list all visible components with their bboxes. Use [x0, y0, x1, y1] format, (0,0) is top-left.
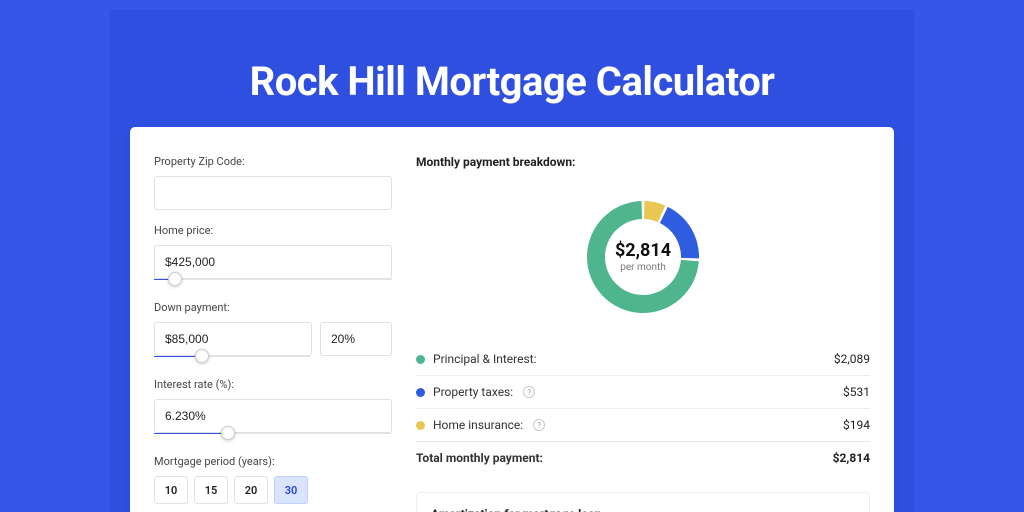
down-payment-field-group: Down payment: [154, 301, 392, 364]
interest-slider[interactable] [154, 429, 392, 441]
down-payment-label: Down payment: [154, 301, 392, 314]
total-row: Total monthly payment: $2,814 [416, 441, 870, 474]
down-payment-row [154, 322, 392, 356]
donut-center-amount: $2,814 [615, 240, 671, 261]
legend-label-group: Home insurance:? [416, 418, 545, 432]
period-option-20[interactable]: 20 [234, 476, 268, 504]
breakdown-column: Monthly payment breakdown: $2,814 per mo… [416, 155, 870, 512]
form-column: Property Zip Code: Home price: Down paym… [154, 155, 392, 512]
slider-fill [154, 433, 228, 434]
legend-label: Home insurance: [433, 418, 523, 432]
home-price-slider[interactable] [154, 275, 392, 287]
amortization-card: Amortization for mortgage loan Amortizat… [416, 492, 870, 512]
period-field-group: Mortgage period (years): 10152030 [154, 455, 392, 504]
interest-input[interactable] [154, 399, 392, 433]
slider-thumb[interactable] [168, 272, 182, 286]
legend-dot [416, 421, 425, 430]
donut-chart: $2,814 per month [416, 177, 870, 337]
period-segmented: 10152030 [154, 476, 392, 504]
legend-value: $531 [843, 385, 870, 399]
legend-row: Principal & Interest: $2,089 [416, 343, 870, 375]
legend-label: Principal & Interest: [433, 352, 537, 366]
home-price-input[interactable] [154, 245, 392, 279]
total-label: Total monthly payment: [416, 451, 543, 465]
legend-row: Property taxes:? $531 [416, 375, 870, 408]
legend-value: $194 [843, 418, 870, 432]
home-price-label: Home price: [154, 224, 392, 237]
legend: Principal & Interest: $2,089 Property taxe… [416, 343, 870, 441]
donut-center-sub: per month [620, 262, 666, 273]
page-title: Rock Hill Mortgage Calculator [0, 58, 1024, 105]
slider-track-line [154, 279, 392, 280]
zip-field-group: Property Zip Code: [154, 155, 392, 210]
interest-field-group: Interest rate (%): [154, 378, 392, 441]
legend-dot [416, 355, 425, 364]
total-value: $2,814 [833, 451, 870, 465]
period-option-15[interactable]: 15 [194, 476, 228, 504]
period-option-10[interactable]: 10 [154, 476, 188, 504]
period-option-30[interactable]: 30 [274, 476, 308, 504]
legend-label-group: Principal & Interest: [416, 352, 537, 366]
down-payment-pct-input[interactable] [320, 322, 392, 356]
interest-label: Interest rate (%): [154, 378, 392, 391]
zip-input[interactable] [154, 176, 392, 210]
info-icon[interactable]: ? [533, 419, 545, 431]
legend-row: Home insurance:? $194 [416, 408, 870, 441]
legend-dot [416, 388, 425, 397]
slider-thumb[interactable] [195, 349, 209, 363]
home-price-field-group: Home price: [154, 224, 392, 287]
down-payment-amount-input[interactable] [154, 322, 312, 356]
amortization-title: Amortization for mortgage loan [431, 507, 855, 512]
donut-svg: $2,814 per month [578, 192, 708, 322]
slider-thumb[interactable] [221, 426, 235, 440]
legend-value: $2,089 [834, 352, 870, 366]
calculator-card: Property Zip Code: Home price: Down paym… [130, 127, 894, 512]
info-icon[interactable]: ? [523, 386, 535, 398]
legend-label-group: Property taxes:? [416, 385, 535, 399]
breakdown-heading: Monthly payment breakdown: [416, 155, 870, 169]
zip-label: Property Zip Code: [154, 155, 392, 168]
page-background: Rock Hill Mortgage Calculator Property Z… [0, 0, 1024, 512]
down-payment-slider[interactable] [154, 352, 310, 364]
period-label: Mortgage period (years): [154, 455, 392, 468]
legend-label: Property taxes: [433, 385, 513, 399]
